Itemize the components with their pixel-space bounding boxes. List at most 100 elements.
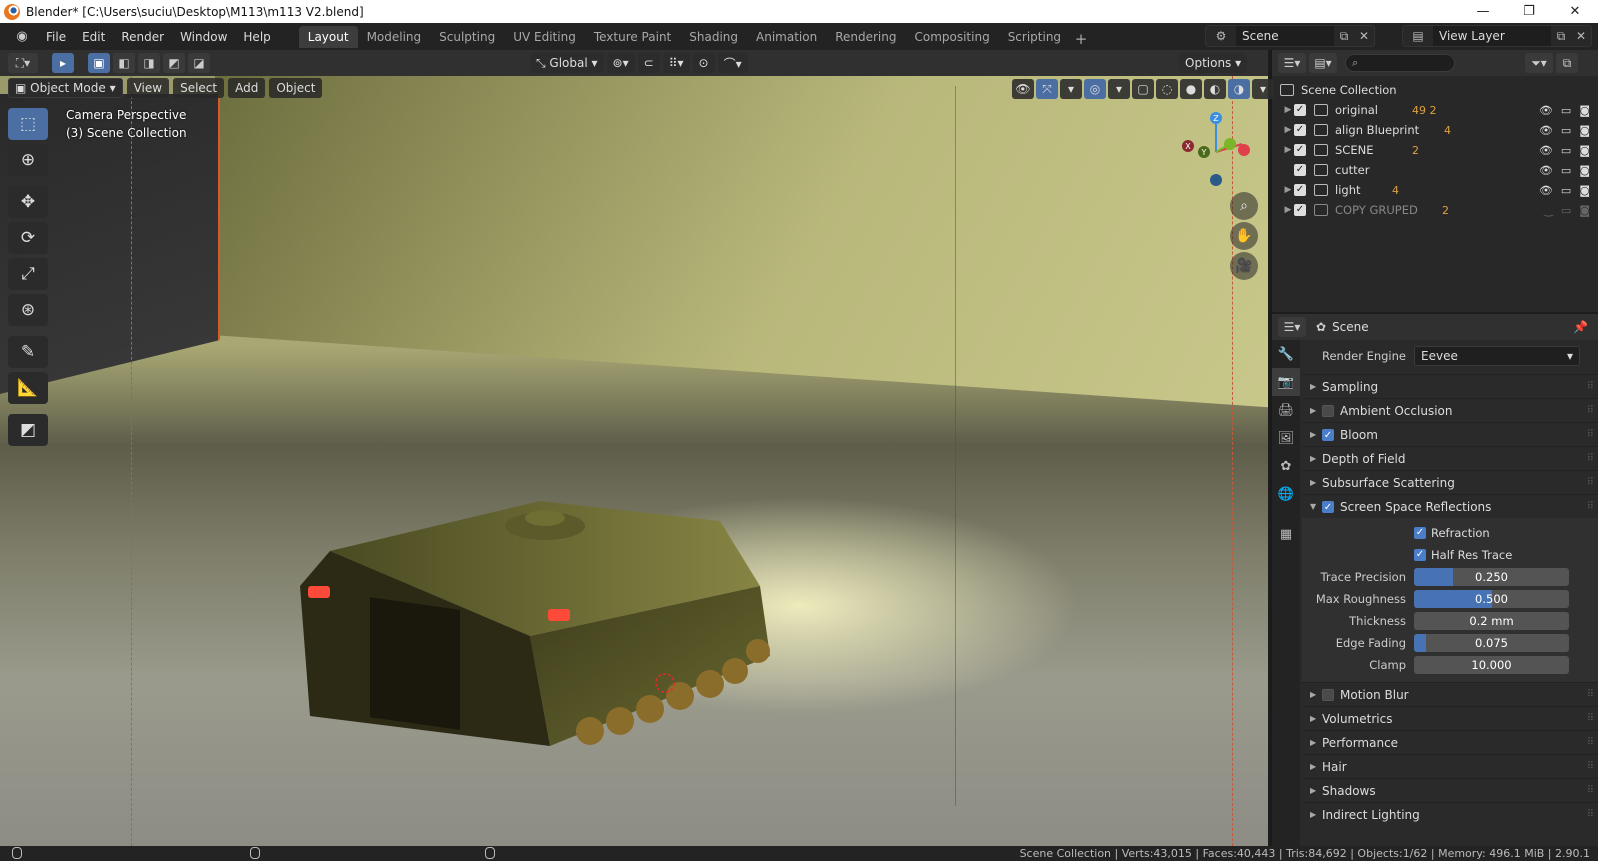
- rotate-tool-icon[interactable]: ⟳: [8, 222, 48, 254]
- panel-volumetrics[interactable]: ▶ Volumetrics ⠿: [1302, 706, 1598, 730]
- camera-render-icon[interactable]: ◙: [1579, 144, 1590, 157]
- monitor-icon[interactable]: ▭: [1561, 204, 1571, 217]
- gizmo-dropdown-icon[interactable]: ▾: [1060, 79, 1082, 99]
- panel-performance[interactable]: ▶ Performance ⠿: [1302, 730, 1598, 754]
- mode-subtract-selection-icon[interactable]: ◨: [138, 53, 160, 73]
- eye-icon[interactable]: 👁: [1539, 184, 1553, 197]
- minimize-icon[interactable]: —: [1460, 0, 1506, 23]
- restore-icon[interactable]: ❐: [1506, 0, 1552, 23]
- cursor-tool-icon[interactable]: ⊕: [8, 144, 48, 176]
- eye-icon[interactable]: 👁: [1539, 144, 1553, 157]
- viewport-menu-view[interactable]: View: [126, 78, 170, 98]
- outliner-search-input[interactable]: ⌕: [1345, 54, 1455, 72]
- outliner-row-copy-gruped[interactable]: ▶ ✓ COPY GRUPED 2 ‿ ▭ ◙: [1272, 200, 1598, 220]
- panel-subsurface-scattering[interactable]: ▶ Subsurface Scattering ⠿: [1302, 470, 1598, 494]
- object-mode-dropdown[interactable]: ▣ Object Mode ▾: [8, 78, 123, 98]
- tool-properties-tab-icon[interactable]: 🔧: [1272, 340, 1300, 368]
- menu-file[interactable]: File: [38, 27, 74, 47]
- drag-grip-icon[interactable]: ⠿: [1587, 501, 1594, 512]
- exclude-checkbox[interactable]: ✓: [1294, 204, 1306, 216]
- expand-arrow-icon[interactable]: ▶: [1282, 105, 1294, 115]
- menu-edit[interactable]: Edit: [74, 27, 113, 47]
- close-icon[interactable]: ✕: [1552, 0, 1598, 23]
- monitor-icon[interactable]: ▭: [1561, 144, 1571, 157]
- panel-ambient-occlusion[interactable]: ▶ Ambient Occlusion ⠿: [1302, 398, 1598, 422]
- panel-shadows[interactable]: ▶ Shadows ⠿: [1302, 778, 1598, 802]
- expand-arrow-icon[interactable]: ▶: [1282, 205, 1294, 215]
- display-mode-icon[interactable]: ▤▾: [1309, 53, 1337, 73]
- falloff-icon[interactable]: ⌒▾: [717, 53, 748, 73]
- navigation-gizmo[interactable]: Z X Y: [1178, 108, 1258, 198]
- tab-rendering[interactable]: Rendering: [826, 26, 905, 48]
- shading-dropdown-icon[interactable]: ▾: [1252, 79, 1274, 99]
- exclude-checkbox[interactable]: ✓: [1294, 184, 1306, 196]
- tab-uv-editing[interactable]: UV Editing: [504, 26, 585, 48]
- transform-orientation-dropdown[interactable]: ⤡ Global ▾: [530, 53, 604, 73]
- snap-toggle-icon[interactable]: ⊂: [637, 53, 660, 73]
- viewport-menu-select[interactable]: Select: [173, 78, 225, 98]
- drag-grip-icon[interactable]: ⠿: [1587, 713, 1594, 724]
- shading-material-icon[interactable]: ◐: [1204, 79, 1226, 99]
- new-collection-icon[interactable]: ⧉: [1556, 53, 1578, 73]
- viewport-menu-add[interactable]: Add: [228, 78, 266, 98]
- camera-render-icon[interactable]: ◙: [1579, 164, 1590, 177]
- ssr-checkbox[interactable]: ✓: [1322, 500, 1334, 513]
- outliner-row-align-blueprint[interactable]: ▶ ✓ align Blueprint 4 👁 ▭ ◙: [1272, 120, 1598, 140]
- exclude-checkbox[interactable]: ✓: [1294, 104, 1306, 116]
- outliner-editor-type-icon[interactable]: ☰▾: [1278, 53, 1306, 73]
- drag-grip-icon[interactable]: ⠿: [1587, 381, 1594, 392]
- ambient-occlusion-checkbox[interactable]: [1322, 404, 1334, 417]
- drag-grip-icon[interactable]: ⠿: [1587, 761, 1594, 772]
- select-box-tool-icon[interactable]: ⬚: [8, 108, 48, 140]
- monitor-icon[interactable]: ▭: [1561, 164, 1571, 177]
- tab-modeling[interactable]: Modeling: [358, 26, 431, 48]
- scene-tab-icon[interactable]: ✿: [1272, 452, 1300, 480]
- camera-render-icon[interactable]: ◙: [1579, 104, 1590, 117]
- scale-tool-icon[interactable]: ⤢: [8, 258, 48, 290]
- mode-intersect-selection-icon[interactable]: ◪: [188, 53, 210, 73]
- outliner-row-light[interactable]: ▶ ✓ light 4 👁 ▭ ◙: [1272, 180, 1598, 200]
- view-layer-selector[interactable]: ▤ View Layer ⧉ ✕: [1402, 25, 1592, 47]
- panel-screen-space-reflections[interactable]: ▼ ✓ Screen Space Reflections ⠿: [1302, 494, 1598, 518]
- viewport-menu-object[interactable]: Object: [269, 78, 323, 98]
- snap-target-icon[interactable]: ⠿▾: [662, 53, 690, 73]
- m113-tank-model[interactable]: [290, 426, 810, 796]
- bloom-checkbox[interactable]: ✓: [1322, 428, 1334, 441]
- view-layer-tab-icon[interactable]: 🖼: [1272, 424, 1300, 452]
- drag-grip-icon[interactable]: ⠿: [1587, 689, 1594, 700]
- scene-selector[interactable]: ⚙ Scene ⧉ ✕: [1205, 25, 1375, 47]
- expand-arrow-icon[interactable]: ▶: [1282, 125, 1294, 135]
- zoom-icon[interactable]: ⌕: [1230, 192, 1258, 220]
- delete-view-layer-icon[interactable]: ✕: [1571, 29, 1591, 43]
- eye-icon[interactable]: 👁: [1539, 164, 1553, 177]
- editor-type-icon[interactable]: ⛶▾: [8, 53, 38, 73]
- panel-indirect-lighting[interactable]: ▶ Indirect Lighting ⠿: [1302, 802, 1598, 826]
- tab-compositing[interactable]: Compositing: [905, 26, 998, 48]
- eye-icon[interactable]: 👁: [1539, 104, 1553, 117]
- scene-collection-row[interactable]: Scene Collection: [1272, 80, 1598, 100]
- new-view-layer-icon[interactable]: ⧉: [1551, 29, 1571, 44]
- visibility-icon[interactable]: 👁: [1012, 79, 1034, 99]
- expand-arrow-icon[interactable]: ▶: [1282, 185, 1294, 195]
- outliner-row-cutter[interactable]: ✓ cutter 👁 ▭ ◙: [1272, 160, 1598, 180]
- menu-window[interactable]: Window: [172, 27, 235, 47]
- panel-motion-blur[interactable]: ▶ Motion Blur ⠿: [1302, 682, 1598, 706]
- filter-icon[interactable]: ⏷▾: [1525, 53, 1553, 73]
- trace-precision-slider[interactable]: 0.250: [1414, 568, 1569, 586]
- overlays-toggle-icon[interactable]: ◎: [1084, 79, 1106, 99]
- drag-grip-icon[interactable]: ⠿: [1587, 477, 1594, 488]
- shading-wireframe-icon[interactable]: ◌: [1156, 79, 1178, 99]
- scene-name-field[interactable]: Scene: [1236, 26, 1334, 46]
- render-properties-tab-icon[interactable]: 📷: [1272, 368, 1300, 396]
- exclude-checkbox[interactable]: ✓: [1294, 144, 1306, 156]
- add-cube-tool-icon[interactable]: ◩: [8, 414, 48, 446]
- expand-arrow-icon[interactable]: ▶: [1282, 145, 1294, 155]
- pan-hand-icon[interactable]: ✋: [1230, 222, 1258, 250]
- transform-tool-icon[interactable]: ⊛: [8, 294, 48, 326]
- xray-toggle-icon[interactable]: ▢: [1132, 79, 1154, 99]
- pivot-point-icon[interactable]: ⊚▾: [606, 53, 635, 73]
- drag-grip-icon[interactable]: ⠿: [1587, 785, 1594, 796]
- clamp-field[interactable]: 10.000: [1414, 656, 1569, 674]
- drag-grip-icon[interactable]: ⠿: [1587, 737, 1594, 748]
- motion-blur-checkbox[interactable]: [1322, 688, 1334, 701]
